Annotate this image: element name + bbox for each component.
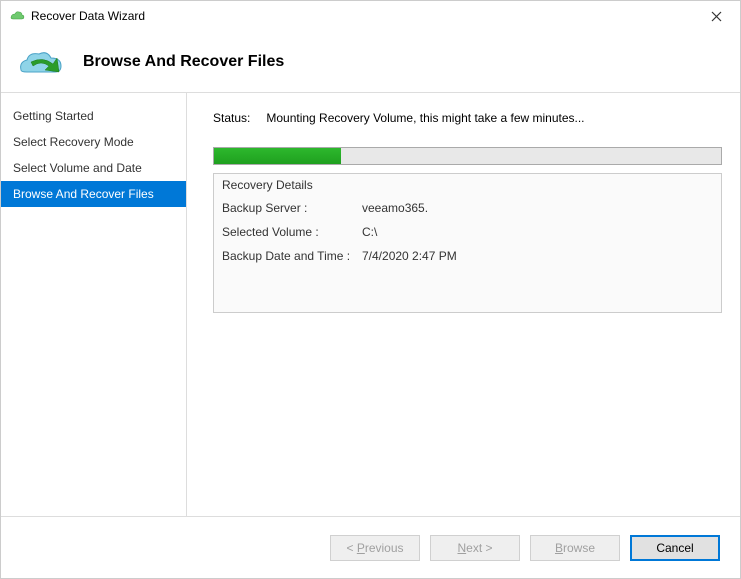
recovery-details-title: Recovery Details <box>214 174 721 196</box>
details-key: Backup Date and Time : <box>222 249 362 263</box>
app-icon <box>9 8 25 24</box>
titlebar: Recover Data Wizard <box>1 1 740 31</box>
details-row-datetime: Backup Date and Time : 7/4/2020 2:47 PM <box>214 244 721 268</box>
details-key: Backup Server : <box>222 201 362 215</box>
status-label: Status: <box>213 111 250 125</box>
status-text: Mounting Recovery Volume, this might tak… <box>266 111 584 125</box>
details-val: C:\ <box>362 225 377 239</box>
page-title: Browse And Recover Files <box>83 53 284 71</box>
cancel-button[interactable]: Cancel <box>630 535 720 561</box>
progress-bar <box>213 147 722 165</box>
details-row-volume: Selected Volume : C:\ <box>214 220 721 244</box>
wizard-content: Status: Mounting Recovery Volume, this m… <box>187 93 740 516</box>
recovery-details-box: Recovery Details Backup Server : veeamo3… <box>213 173 722 313</box>
wizard-steps-sidebar: Getting Started Select Recovery Mode Sel… <box>1 93 187 516</box>
next-button: Next > <box>430 535 520 561</box>
details-val: 7/4/2020 2:47 PM <box>362 249 457 263</box>
sidebar-item-getting-started[interactable]: Getting Started <box>1 103 186 129</box>
sidebar-item-browse-recover[interactable]: Browse And Recover Files <box>1 181 186 207</box>
wizard-body: Getting Started Select Recovery Mode Sel… <box>1 93 740 516</box>
wizard-header: Browse And Recover Files <box>1 31 740 93</box>
details-val: veeamo365. <box>362 201 428 215</box>
sidebar-item-volume-date[interactable]: Select Volume and Date <box>1 155 186 181</box>
previous-button: < Previous <box>330 535 420 561</box>
window-title: Recover Data Wizard <box>31 9 700 23</box>
close-icon[interactable] <box>700 4 732 28</box>
cloud-recover-icon <box>15 44 67 80</box>
sidebar-item-recovery-mode[interactable]: Select Recovery Mode <box>1 129 186 155</box>
browse-button: Browse <box>530 535 620 561</box>
details-key: Selected Volume : <box>222 225 362 239</box>
progress-fill <box>214 148 341 164</box>
wizard-footer: < Previous Next > Browse Cancel <box>1 516 740 578</box>
details-row-server: Backup Server : veeamo365. <box>214 196 721 220</box>
status-row: Status: Mounting Recovery Volume, this m… <box>213 111 722 125</box>
